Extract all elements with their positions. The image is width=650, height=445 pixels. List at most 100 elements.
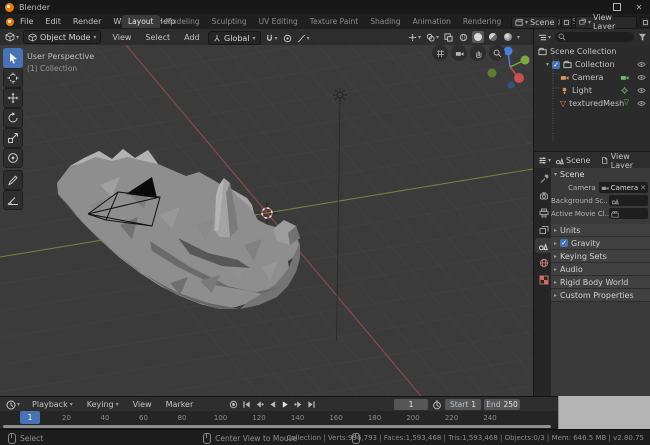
properties-panel-header[interactable]: ▸ ✓ Audio: [551, 263, 650, 276]
use-preview-range-button[interactable]: [431, 399, 442, 410]
outliner-row-collection[interactable]: ▾ ✓ Collection: [534, 58, 650, 71]
timeline-menu[interactable]: View ▾: [126, 400, 159, 409]
viewport-3d[interactable]: User Perspective (1) Collection: [0, 45, 533, 396]
workspace-tab[interactable]: Modeling: [160, 15, 206, 28]
visibility-eye-icon[interactable]: [637, 73, 646, 82]
gizmo-z-neg[interactable]: [507, 81, 515, 89]
outliner-row-camera[interactable]: Camera: [534, 71, 650, 84]
play-reverse-button[interactable]: [267, 399, 278, 410]
scene-panel-header[interactable]: ▾ Scene: [551, 168, 650, 181]
nav-pan-button[interactable]: [470, 45, 486, 61]
play-button[interactable]: [280, 399, 291, 410]
workspace-tab[interactable]: Rendering: [457, 15, 507, 28]
background-scene-field[interactable]: [609, 195, 648, 206]
properties-panel-header[interactable]: ▸ ✓ Custom Properties: [551, 289, 650, 302]
tool-cursor-button[interactable]: [3, 68, 23, 88]
xray-toggle[interactable]: [443, 32, 454, 43]
properties-panel-header[interactable]: ▸ ✓ Keying Sets: [551, 250, 650, 263]
shading-dropdown-icon[interactable]: ▾: [517, 34, 520, 41]
light-data-icon[interactable]: [620, 86, 629, 95]
outliner-row-scene-collection[interactable]: Scene Collection: [534, 45, 650, 58]
close-button[interactable]: ✕: [628, 0, 650, 14]
gravity-checkbox[interactable]: ✓: [560, 239, 569, 247]
viewport-menu[interactable]: View: [105, 33, 138, 42]
expand-icon[interactable]: ▾: [546, 61, 549, 68]
jump-to-start-button[interactable]: [241, 399, 252, 410]
collection-checkbox[interactable]: ✓: [552, 60, 561, 69]
tool-move-button[interactable]: [3, 88, 23, 108]
timeline-menu[interactable]: Playback ▾: [25, 400, 80, 409]
mesh-data-icon[interactable]: ▽: [624, 99, 629, 106]
tool-annotate-button[interactable]: [3, 170, 23, 190]
outliner-row-mesh[interactable]: ▽ texturedMesh ▽: [534, 97, 650, 110]
tool-scale-button[interactable]: [3, 128, 23, 148]
jump-to-end-button[interactable]: [306, 399, 317, 410]
editor-type-button[interactable]: ▾: [4, 31, 20, 43]
properties-panel-header[interactable]: ▸ ✓ Gravity: [551, 237, 650, 250]
viewport-menu[interactable]: Add: [177, 33, 207, 42]
properties-panel-header[interactable]: ▸ ✓ Rigid Body World: [551, 276, 650, 289]
tool-transform-button[interactable]: [3, 148, 23, 168]
tab-render[interactable]: [536, 188, 551, 203]
overlays-dropdown[interactable]: ▾: [425, 32, 440, 43]
shading-wireframe-button[interactable]: [457, 31, 469, 43]
workspace-tab[interactable]: Texture Paint: [304, 15, 364, 28]
tool-rotate-button[interactable]: [3, 108, 23, 128]
workspace-tab[interactable]: Sculpting: [206, 15, 253, 28]
visibility-eye-icon[interactable]: [637, 99, 646, 108]
timeline-menu[interactable]: Marker ▾: [159, 400, 201, 409]
breadcrumb-view-layer[interactable]: View Layer: [601, 152, 650, 170]
workspace-tab[interactable]: Animation: [407, 15, 457, 28]
active-movie-clip-field[interactable]: [609, 208, 648, 219]
record-button[interactable]: [228, 399, 239, 410]
nav-camera-view-button[interactable]: [451, 45, 467, 61]
snap-toggle[interactable]: ▾: [264, 33, 279, 44]
outliner-display-mode[interactable]: ▾: [537, 32, 552, 43]
gizmo-y-neg[interactable]: [487, 68, 497, 78]
scene-selector[interactable]: ▾ Scene: [511, 15, 559, 29]
falloff-dropdown[interactable]: ▾: [296, 33, 311, 44]
topbar-menu[interactable]: Render: [67, 17, 107, 26]
properties-editor-type[interactable]: ▾: [537, 155, 552, 166]
clear-icon[interactable]: ✕: [640, 184, 646, 192]
topbar-menu[interactable]: File: [14, 17, 39, 26]
orientation-dropdown[interactable]: Global ▾: [208, 31, 261, 45]
outliner-filter-button[interactable]: [637, 32, 648, 43]
breadcrumb-scene[interactable]: Scene: [555, 156, 590, 165]
blender-menu-icon[interactable]: [6, 17, 14, 26]
camera-field[interactable]: Camera ✕: [598, 182, 648, 193]
topbar-menu[interactable]: Edit: [39, 17, 67, 26]
tab-scene[interactable]: [535, 238, 551, 253]
properties-panel-header[interactable]: ▸ ✓ Units: [551, 224, 650, 237]
visibility-eye-icon[interactable]: [637, 60, 646, 69]
start-frame-field[interactable]: Start 1: [445, 399, 481, 410]
outliner-search-input[interactable]: [555, 32, 634, 42]
next-keyframe-button[interactable]: [293, 399, 304, 410]
viewport-menu[interactable]: Select: [138, 33, 177, 42]
tab-output[interactable]: [536, 205, 551, 220]
workspace-tab[interactable]: UV Editing: [253, 15, 304, 28]
proportional-edit-toggle[interactable]: [282, 33, 293, 44]
workspace-tab[interactable]: Layout: [122, 15, 160, 28]
scrollbar-thumb[interactable]: [3, 425, 551, 428]
tool-select-button[interactable]: [3, 48, 23, 68]
shading-material-button[interactable]: [487, 31, 499, 43]
shading-solid-button[interactable]: [472, 31, 485, 43]
shading-rendered-button[interactable]: [502, 31, 514, 43]
mode-dropdown[interactable]: Object Mode ▾: [23, 30, 102, 44]
end-frame-field[interactable]: End 250: [484, 399, 520, 410]
nav-ortho-grid-button[interactable]: [432, 45, 448, 61]
workspace-tab[interactable]: Shading: [364, 15, 406, 28]
new-scene-button[interactable]: [561, 16, 572, 28]
gizmo-y-axis[interactable]: [520, 55, 530, 65]
gizmos-dropdown[interactable]: ▾: [407, 32, 422, 43]
prev-keyframe-button[interactable]: [254, 399, 265, 410]
camera-data-icon[interactable]: [620, 73, 629, 82]
tool-measure-button[interactable]: [3, 190, 23, 210]
view-layer-selector[interactable]: ▾ View Layer: [574, 13, 637, 31]
timeline-editor-type[interactable]: ▾: [5, 399, 21, 411]
current-frame-field[interactable]: 1: [394, 399, 428, 410]
outliner-row-light[interactable]: Light: [534, 84, 650, 97]
tab-texture[interactable]: [536, 272, 551, 287]
maximize-button[interactable]: [606, 0, 628, 14]
